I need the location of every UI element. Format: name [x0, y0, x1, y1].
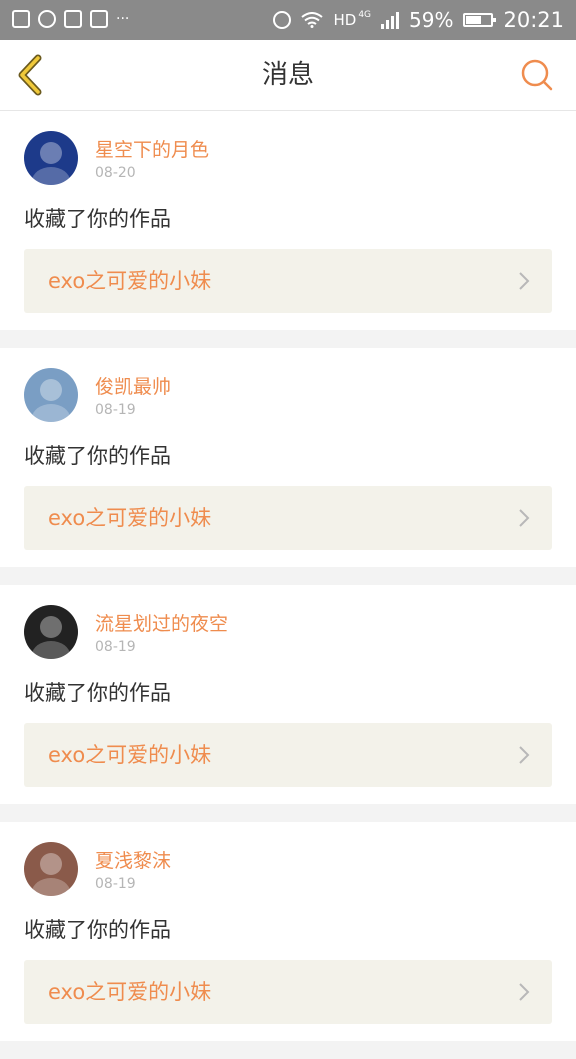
- news-icon: [90, 10, 108, 28]
- message-action: 收藏了你的作品: [24, 918, 171, 942]
- search-icon[interactable]: [520, 58, 554, 92]
- message-item[interactable]: 流星划过的夜空 08-19 收藏了你的作品 exo之可爱的小妹: [0, 585, 576, 804]
- clock: 20:21: [503, 8, 564, 32]
- work-title: exo之可爱的小妹: [48, 980, 212, 1004]
- image-icon: [12, 10, 30, 28]
- message-action: 收藏了你的作品: [24, 681, 171, 705]
- signal-icon: [381, 11, 400, 29]
- work-link[interactable]: exo之可爱的小妹: [24, 486, 552, 550]
- hd-indicator: HD: [333, 11, 357, 29]
- message-date: 08-19: [95, 402, 136, 418]
- message-action: 收藏了你的作品: [24, 207, 171, 231]
- username[interactable]: 流星划过的夜空: [95, 609, 228, 636]
- message-date: 08-19: [95, 639, 136, 655]
- username[interactable]: 夏浅黎沫: [95, 846, 171, 873]
- username[interactable]: 俊凯最帅: [95, 372, 171, 399]
- work-title: exo之可爱的小妹: [48, 506, 212, 530]
- chevron-right-icon: [519, 983, 530, 1001]
- message-item[interactable]: 星空下的月色 08-20 收藏了你的作品 exo之可爱的小妹: [0, 111, 576, 330]
- chevron-right-icon: [519, 272, 530, 290]
- work-link[interactable]: exo之可爱的小妹: [24, 723, 552, 787]
- message-item[interactable]: 夏浅黎沫 08-19 收藏了你的作品 exo之可爱的小妹: [0, 822, 576, 1041]
- message-item[interactable]: 俊凯最帅 08-19 收藏了你的作品 exo之可爱的小妹: [0, 348, 576, 567]
- work-title: exo之可爱的小妹: [48, 743, 212, 767]
- page-title: 消息: [261, 60, 314, 90]
- battery-percent: 59%: [409, 8, 454, 32]
- alarm-icon: [273, 11, 292, 29]
- status-bar: ··· HD 4G 59% 20:21: [0, 0, 576, 40]
- mail-icon: [64, 10, 82, 28]
- notification-icons: ···: [12, 10, 129, 28]
- avatar[interactable]: [24, 368, 78, 422]
- more-notifications: ···: [116, 11, 130, 27]
- username[interactable]: 星空下的月色: [95, 135, 209, 162]
- wifi-icon: [301, 12, 324, 28]
- message-action: 收藏了你的作品: [24, 444, 171, 468]
- avatar[interactable]: [24, 605, 78, 659]
- nav-bar: 消息: [0, 40, 576, 111]
- avatar[interactable]: [24, 131, 78, 185]
- avatar[interactable]: [24, 842, 78, 896]
- message-date: 08-20: [95, 165, 136, 181]
- wechat-icon: [38, 10, 56, 28]
- message-list: 星空下的月色 08-20 收藏了你的作品 exo之可爱的小妹 俊凯最帅 08-1…: [0, 111, 576, 1059]
- work-link[interactable]: exo之可爱的小妹: [24, 249, 552, 313]
- chevron-right-icon: [519, 746, 530, 764]
- chevron-right-icon: [519, 509, 530, 527]
- message-date: 08-19: [95, 876, 136, 892]
- work-link[interactable]: exo之可爱的小妹: [24, 960, 552, 1024]
- network-type: 4G: [358, 10, 372, 20]
- work-title: exo之可爱的小妹: [48, 269, 212, 293]
- battery-icon: [463, 13, 497, 27]
